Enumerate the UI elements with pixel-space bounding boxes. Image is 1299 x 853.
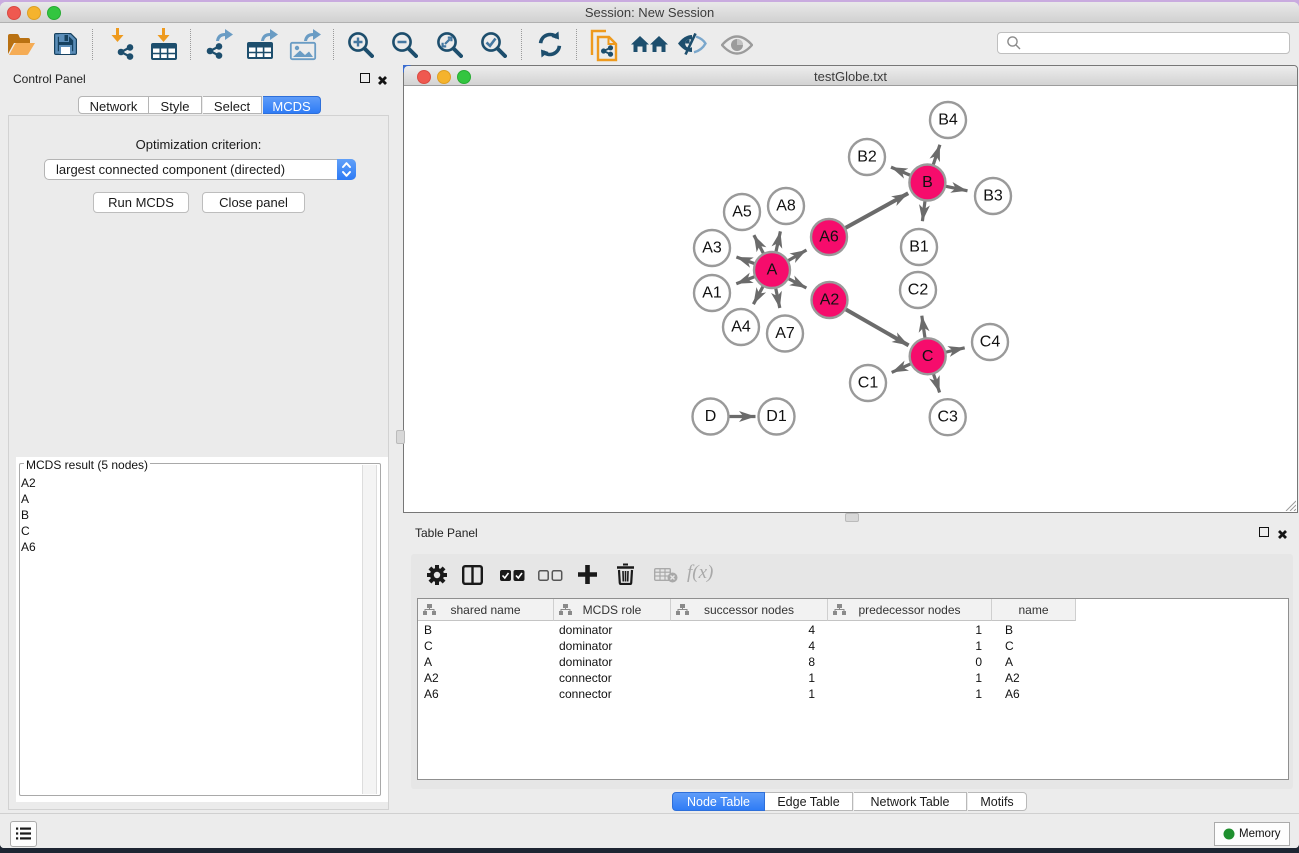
svg-text:A1: A1 <box>702 285 722 302</box>
svg-text:D: D <box>705 408 717 425</box>
svg-text:A8: A8 <box>776 198 796 215</box>
svg-text:B: B <box>922 174 933 191</box>
svg-text:C1: C1 <box>858 375 879 392</box>
svg-text:C2: C2 <box>908 282 929 299</box>
svg-text:A: A <box>767 262 778 279</box>
svg-text:A5: A5 <box>732 204 752 221</box>
svg-text:A3: A3 <box>702 240 722 257</box>
svg-text:A6: A6 <box>819 229 839 246</box>
svg-text:A2: A2 <box>820 292 840 309</box>
svg-text:D1: D1 <box>766 408 787 425</box>
svg-text:B3: B3 <box>983 188 1003 205</box>
svg-text:A4: A4 <box>731 319 751 336</box>
svg-text:A7: A7 <box>775 325 795 342</box>
svg-text:C: C <box>922 348 934 365</box>
svg-text:B1: B1 <box>909 239 929 256</box>
svg-text:B4: B4 <box>938 112 958 129</box>
svg-text:C3: C3 <box>937 409 958 426</box>
svg-text:C4: C4 <box>980 334 1001 351</box>
svg-text:B2: B2 <box>857 149 877 166</box>
